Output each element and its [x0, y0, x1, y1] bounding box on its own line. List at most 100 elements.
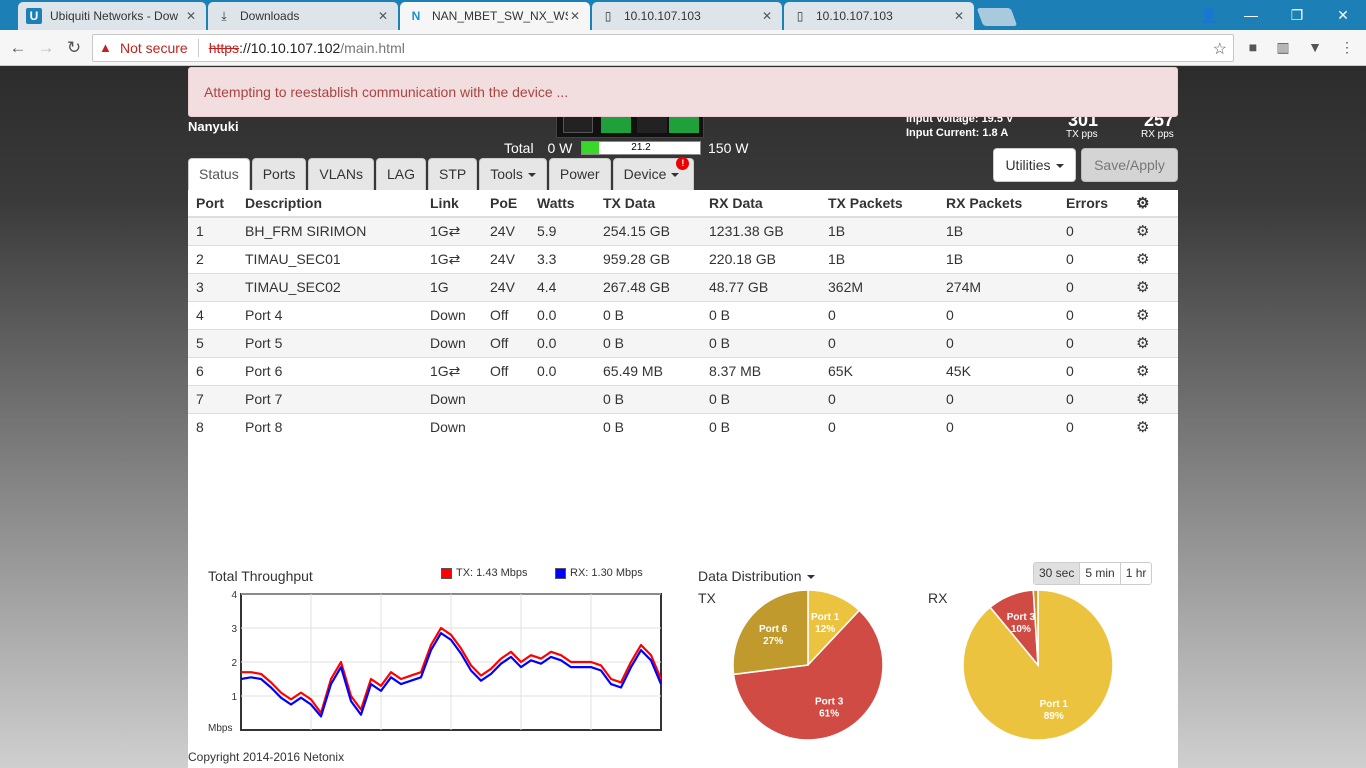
total-label: Total: [504, 140, 534, 156]
gear-icon[interactable]: ⚙: [1128, 412, 1178, 441]
gear-icon[interactable]: ⚙: [1128, 300, 1178, 329]
url-input[interactable]: ▲ Not secure https://10.10.107.102/main.…: [92, 34, 1234, 62]
forward-icon[interactable]: →: [36, 38, 56, 58]
tab-label: Power: [559, 166, 600, 182]
cell-watts: [529, 412, 595, 441]
tab-lag[interactable]: LAG: [375, 158, 426, 190]
back-icon[interactable]: ←: [8, 38, 28, 58]
cell-rxp: 1B: [938, 216, 1058, 245]
column-header: Errors: [1058, 190, 1128, 218]
tab-stp[interactable]: STP: [427, 158, 478, 190]
gear-icon[interactable]: ⚙: [1128, 356, 1178, 385]
cell-txp: 65K: [820, 356, 938, 385]
close-icon[interactable]: ✕: [184, 9, 198, 23]
y-tick-label: 1: [231, 692, 237, 703]
pie-slice-percent: 89%: [1044, 711, 1064, 722]
port-status-table: Port Description Link PoE Watts TX Data …: [188, 190, 1178, 441]
table-row: 8 Port 8 Down 0 B0 B 0 0 0 ⚙: [188, 412, 1178, 441]
pie-slice-percent: 61%: [819, 708, 839, 719]
star-icon[interactable]: ☆: [1213, 39, 1227, 59]
rx-legend-label: RX: 1.30 Mbps: [570, 567, 643, 579]
tab-tools[interactable]: Tools: [479, 158, 547, 190]
user-icon[interactable]: 👤: [1186, 0, 1232, 30]
cell-poe: [482, 412, 529, 441]
data-distribution-dropdown[interactable]: Data Distribution: [698, 568, 815, 584]
browser-tab-page-2[interactable]: ▯ 10.10.107.103 ✕: [784, 2, 974, 30]
utilities-button[interactable]: Utilities: [993, 148, 1076, 182]
tab-label: Ports: [262, 166, 296, 182]
power-min: 0 W: [547, 140, 573, 156]
pie-slice-label: Port 3: [1007, 612, 1036, 623]
table-row: 5 Port 5 Down Off 0.0 0 B0 B 0 0 0 ⚙: [188, 328, 1178, 357]
cell-rx: 220.18 GB: [701, 244, 820, 273]
tab-ports[interactable]: Ports: [251, 158, 307, 190]
gear-icon[interactable]: ⚙: [1128, 384, 1178, 413]
close-icon[interactable]: ✕: [376, 9, 390, 23]
y-tick-label: 3: [231, 624, 237, 635]
tab-label: 10.10.107.103: [816, 9, 893, 23]
tab-status[interactable]: Status: [188, 158, 250, 190]
cell-poe: [482, 384, 529, 413]
extension-icon[interactable]: ▼: [1306, 38, 1324, 56]
column-header: Watts: [529, 190, 595, 218]
restore-button[interactable]: ❐: [1274, 0, 1320, 30]
copyright: Copyright 2014-2016 Netonix: [188, 750, 345, 764]
gear-icon[interactable]: ⚙: [1128, 216, 1178, 245]
tx-legend: TX: 1.43 Mbps: [441, 567, 528, 579]
extension-icon[interactable]: ▥: [1274, 38, 1292, 56]
column-header: RX Packets: [938, 190, 1058, 218]
tab-label: VLANs: [319, 166, 363, 182]
cell-poe: Off: [482, 328, 529, 357]
rx-legend: RX: 1.30 Mbps: [555, 567, 643, 579]
browser-tab-downloads[interactable]: ⤓ Downloads ✕: [208, 2, 398, 30]
tab-power[interactable]: Power: [548, 158, 611, 190]
browser-tab-page-1[interactable]: ▯ 10.10.107.103 ✕: [592, 2, 782, 30]
tx-pie-label: TX: [698, 590, 716, 606]
tab-label: NAN_MBET_SW_NX_WS8: [432, 9, 568, 23]
table-row: 3 TIMAU_SEC02 1G 24V 4.4 267.48 GB 48.77 GB 362…: [188, 272, 1178, 301]
url-host: ://10.10.107.102: [239, 40, 341, 56]
time-30sec-button[interactable]: 30 sec: [1034, 563, 1081, 584]
cell-port: 4: [188, 300, 237, 329]
gear-icon[interactable]: ⚙: [1128, 328, 1178, 357]
device-name: Nanyuki: [188, 119, 239, 134]
menu-icon[interactable]: ⋮: [1338, 38, 1356, 56]
cell-rxp: 0: [938, 384, 1058, 413]
netonix-icon: N: [411, 9, 421, 23]
browser-tab-netonix[interactable]: N NAN_MBET_SW_NX_WS8 ✕: [400, 2, 590, 30]
close-window-button[interactable]: ✕: [1320, 0, 1366, 30]
gear-icon[interactable]: ⚙: [1128, 272, 1178, 301]
close-icon[interactable]: ✕: [952, 9, 966, 23]
cell-watts: 3.3: [529, 244, 595, 273]
gear-icon[interactable]: ⚙: [1128, 190, 1178, 218]
time-5min-button[interactable]: 5 min: [1080, 563, 1121, 584]
cell-err: 0: [1058, 272, 1128, 301]
power-value: 21.2: [631, 142, 651, 153]
gear-icon[interactable]: ⚙: [1128, 244, 1178, 273]
cell-link: Down: [422, 412, 482, 441]
cell-desc: Port 8: [237, 412, 422, 441]
tab-device[interactable]: Device!: [612, 157, 695, 190]
rx-legend-swatch: [555, 567, 566, 579]
tab-vlans[interactable]: VLANs: [308, 158, 374, 190]
time-1hr-button[interactable]: 1 hr: [1120, 563, 1152, 584]
minimize-button[interactable]: —: [1228, 0, 1274, 30]
tab-label: STP: [438, 166, 467, 182]
column-header: Description: [237, 190, 422, 218]
extension-icon[interactable]: ■: [1244, 38, 1262, 56]
cell-tx: 65.49 MB: [595, 356, 701, 385]
new-tab-button[interactable]: [976, 8, 1018, 26]
cell-poe: Off: [482, 300, 529, 329]
save-apply-button[interactable]: Save/Apply: [1081, 148, 1178, 182]
not-secure-label: Not secure: [120, 40, 188, 56]
cell-watts: [529, 384, 595, 413]
close-icon[interactable]: ✕: [760, 9, 774, 23]
browser-tab-ubiquiti[interactable]: U Ubiquiti Networks - Dow ✕: [18, 2, 206, 30]
cell-link: 1G: [422, 272, 482, 301]
tab-label: Ubiquiti Networks - Dow: [50, 9, 179, 23]
cell-tx: 0 B: [595, 412, 701, 441]
cell-rxp: 0: [938, 300, 1058, 329]
reload-icon[interactable]: ↻: [64, 38, 84, 58]
rx-pie-chart: Port 189% Port 310%: [962, 590, 1114, 741]
close-icon[interactable]: ✕: [568, 9, 582, 23]
